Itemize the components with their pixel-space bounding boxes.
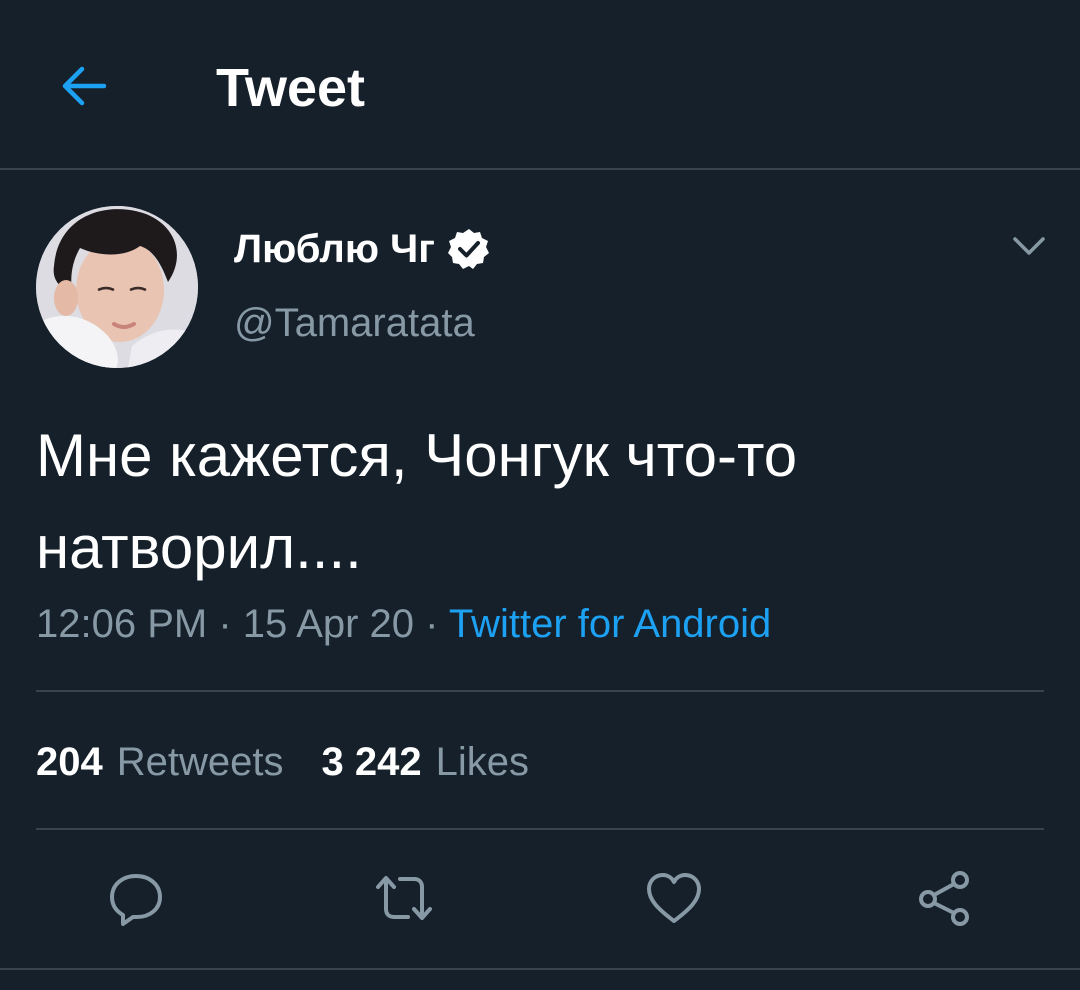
tweet-time: 12:06 PM: [36, 602, 208, 646]
chevron-down-icon: [1013, 237, 1045, 255]
source-link[interactable]: Twitter for Android: [449, 602, 771, 646]
like-button[interactable]: [638, 862, 710, 934]
meta-separator: ·: [425, 602, 439, 646]
action-bar: [0, 862, 1080, 934]
divider: [36, 690, 1044, 692]
divider: [36, 828, 1044, 830]
likes-label: Likes: [435, 740, 529, 784]
likes-count: 3 242: [321, 740, 422, 784]
engagement-stats: 204 Retweets 3 242 Likes: [36, 734, 529, 790]
retweet-icon: [376, 876, 432, 920]
back-button[interactable]: [52, 54, 116, 118]
top-app-bar: Tweet: [0, 0, 1080, 170]
author-name[interactable]: Люблю Чг: [234, 224, 491, 274]
heart-icon: [647, 873, 701, 923]
reply-button[interactable]: [100, 862, 172, 934]
arrow-left-icon: [62, 66, 107, 106]
tweet-date: 15 Apr 20: [242, 602, 415, 646]
display-name-text: Люблю Чг: [234, 227, 435, 271]
more-options-button[interactable]: [1006, 226, 1052, 266]
share-icon: [919, 871, 969, 926]
verified-badge-icon: [447, 227, 491, 271]
divider: [0, 968, 1080, 970]
profile-photo: [36, 206, 198, 368]
meta-separator: ·: [218, 602, 232, 646]
reply-icon: [110, 874, 162, 926]
retweet-button[interactable]: [368, 862, 440, 934]
retweets-count: 204: [36, 740, 103, 784]
likes-stat[interactable]: 3 242 Likes: [322, 734, 530, 790]
page-title: Tweet: [216, 58, 366, 118]
avatar[interactable]: [36, 206, 198, 368]
tweet-meta: 12:06 PM · 15 Apr 20 · Twitter for Andro…: [36, 596, 771, 652]
tweet-text: Мне кажется, Чонгук что-то натворил....: [36, 422, 798, 581]
retweets-label: Retweets: [116, 740, 284, 784]
author-handle[interactable]: @Tamaratata: [234, 296, 475, 350]
retweets-stat[interactable]: 204 Retweets: [36, 734, 284, 790]
share-button[interactable]: [908, 862, 980, 934]
